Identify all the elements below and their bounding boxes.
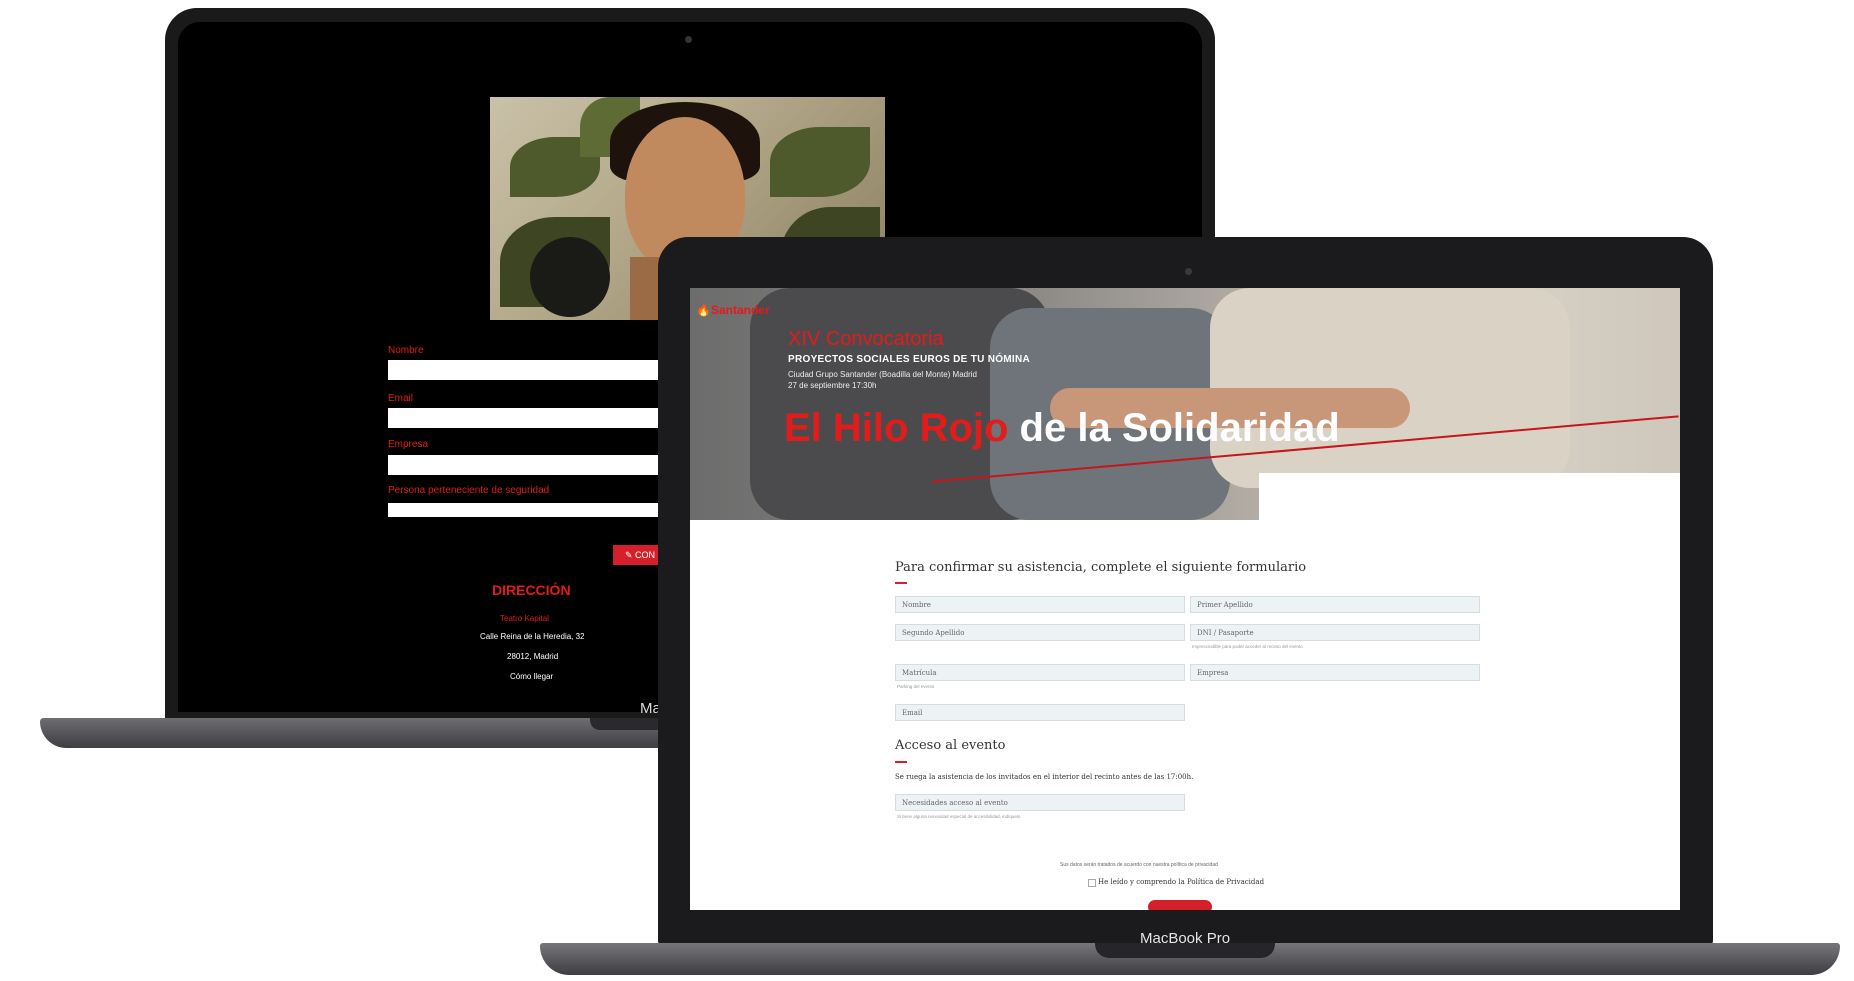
venue-name: Teatro Kapital: [500, 614, 549, 623]
banner-subtitle: PROYECTOS SOCIALES EUROS DE TU NÓMINA: [788, 354, 1031, 365]
privacy-note: Sus datos serán tratados de acuerdo con …: [1060, 862, 1218, 868]
back-field-label: Persona perteneciente de seguridad: [388, 485, 550, 496]
privacy-checkbox[interactable]: [1088, 879, 1096, 887]
arrival-notice: Se ruega la asistencia de los invitados …: [895, 773, 1194, 781]
form-title: Para confirmar su asistencia, complete e…: [895, 560, 1307, 575]
brand-name: Santander: [710, 303, 770, 317]
direccion-heading: DIRECCIÓN: [492, 582, 571, 598]
back-empresa-input[interactable]: [388, 455, 658, 475]
front-laptop-label: MacBook Pro: [1140, 930, 1231, 947]
front-laptop-screen: 🔥Santander XIV Convocatoria PROYECTOS SO…: [690, 288, 1680, 910]
front-camera: [1185, 268, 1192, 275]
matricula-input[interactable]: Matrícula: [895, 664, 1185, 681]
back-camera: [685, 36, 692, 43]
segundo-apellido-input[interactable]: Segundo Apellido: [895, 624, 1185, 641]
back-confirm-label: CON: [635, 550, 656, 560]
banner-venue: Ciudad Grupo Santander (Boadilla del Mon…: [788, 370, 977, 379]
venue-street: Calle Reina de la Heredia, 32: [480, 632, 585, 641]
primer-apellido-input[interactable]: Primer Apellido: [1190, 596, 1480, 613]
back-field-label: Email: [388, 393, 414, 404]
matricula-hint: Parking del evento: [897, 684, 935, 689]
dni-hint: Imprescindible para poder acceder al rec…: [1192, 644, 1303, 649]
flame-icon: 🔥: [696, 303, 711, 317]
nombre-input[interactable]: Nombre: [895, 596, 1185, 613]
privacy-accept-label: He leído y comprendo la Política de Priv…: [1098, 878, 1265, 886]
banner-date: 27 de septiembre 17:30h: [788, 381, 877, 390]
back-nombre-input[interactable]: [388, 360, 658, 380]
banner-cutout: [1259, 473, 1680, 520]
back-field-label: Empresa: [388, 439, 429, 450]
submit-button[interactable]: [1148, 900, 1212, 910]
dni-input[interactable]: DNI / Pasaporte: [1190, 624, 1480, 641]
venue-city: 28012, Madrid: [507, 652, 559, 661]
back-field-label: Nombre: [388, 345, 424, 356]
email-input[interactable]: Email: [895, 704, 1185, 721]
accesibilidad-hint: Si tiene alguna necesidad especial de ac…: [897, 814, 1021, 819]
title-rule: [895, 582, 907, 584]
pencil-icon: ✎: [625, 550, 636, 560]
back-email-input[interactable]: [388, 408, 658, 428]
accesibilidad-input[interactable]: Necesidades acceso al evento: [895, 794, 1185, 811]
santander-logo: 🔥Santander: [696, 303, 770, 317]
acceso-heading: Acceso al evento: [895, 738, 1006, 753]
acceso-rule: [895, 761, 907, 763]
event-title-white: de la Solidaridad: [1008, 406, 1340, 450]
empresa-input[interactable]: Empresa: [1190, 664, 1480, 681]
event-title: El Hilo Rojo de la Solidaridad: [784, 406, 1340, 451]
event-title-red: El Hilo Rojo: [784, 406, 1009, 450]
back-seguridad-input[interactable]: [388, 503, 658, 517]
directions-link[interactable]: Cómo llegar: [510, 672, 553, 681]
convocatoria-title: XIV Convocatoria: [788, 328, 944, 350]
